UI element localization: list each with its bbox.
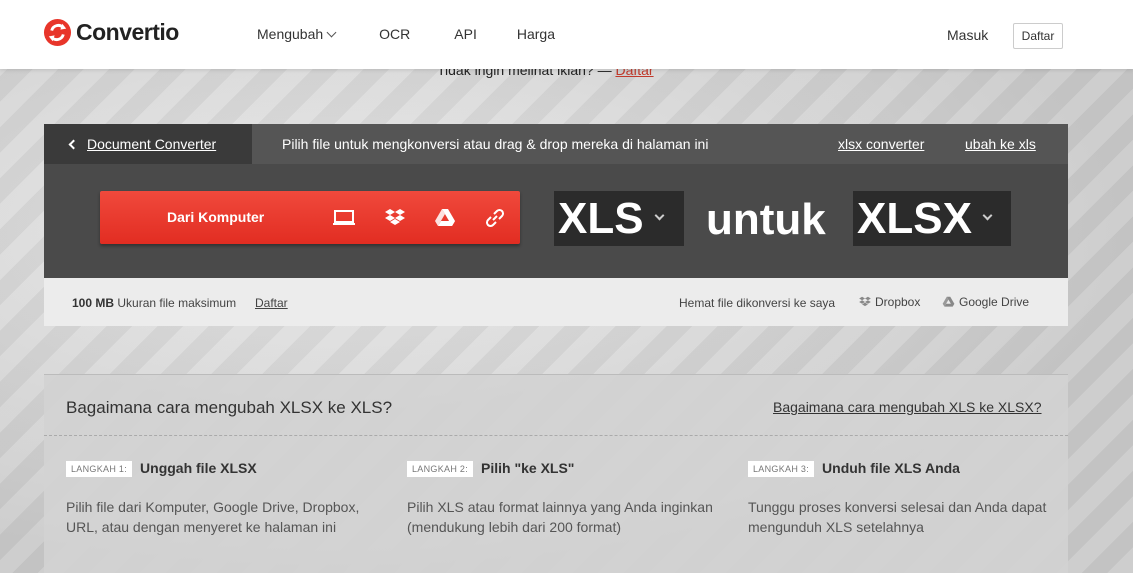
step-1: LANGKAH 1: Unggah file XLSX Pilih file da…: [66, 459, 386, 537]
to-format-select[interactable]: XLSX: [853, 191, 1011, 246]
step-2: LANGKAH 2: Pilih "ke XLS" Pilih XLS atau …: [407, 459, 727, 537]
chevron-left-icon: [68, 139, 79, 149]
save-google-drive[interactable]: Google Drive: [941, 295, 1029, 309]
main-nav: Mengubah OCR API Harga: [257, 26, 555, 42]
logo[interactable]: Convertio: [43, 18, 179, 47]
to-word: untuk: [706, 195, 826, 244]
step-badge: LANGKAH 2:: [407, 461, 474, 477]
converter-main: Dari Komputer XLS untuk XLSX: [44, 164, 1068, 278]
chevron-down-icon: [982, 210, 993, 221]
dropbox-label: Dropbox: [875, 295, 921, 309]
google-drive-label: Google Drive: [959, 295, 1030, 309]
nav-mengubah[interactable]: Mengubah: [257, 26, 337, 42]
from-format-value: XLS: [558, 193, 644, 243]
howto-panel: Bagaimana cara mengubah XLSX ke XLS? Bag…: [44, 374, 1068, 573]
logo-text: Convertio: [76, 19, 179, 45]
step-title: Pilih "ke XLS": [481, 459, 575, 476]
divider: [44, 435, 1068, 436]
max-size-info: 100 MB Ukuran file maksimum: [72, 296, 236, 310]
dropbox-icon[interactable]: [383, 206, 407, 230]
dropbox-icon: [859, 296, 871, 307]
from-format-select[interactable]: XLS: [554, 191, 684, 246]
upload-label: Dari Komputer: [167, 209, 265, 225]
save-dropbox[interactable]: Dropbox: [858, 295, 920, 309]
document-converter-back[interactable]: Document Converter: [44, 124, 252, 164]
upload-from-computer-button[interactable]: Dari Komputer: [100, 191, 520, 244]
login-link[interactable]: Masuk: [947, 27, 988, 43]
signup-button[interactable]: Daftar: [1013, 23, 1063, 49]
xlsx-converter-link[interactable]: xlsx converter: [838, 136, 924, 152]
max-size-text: Ukuran file maksimum: [117, 296, 237, 310]
site-header: Convertio Mengubah OCR API Harga Masuk D…: [0, 0, 1133, 69]
link-icon[interactable]: [483, 206, 507, 230]
step-desc: Pilih file dari Komputer, Google Drive, …: [66, 499, 360, 535]
max-size-value: 100 MB: [72, 296, 115, 310]
converter-topbar: Document Converter Pilih file untuk meng…: [44, 124, 1068, 164]
signup-link[interactable]: Daftar: [255, 296, 288, 310]
howto-title: Bagaimana cara mengubah XLSX ke XLS?: [66, 398, 393, 417]
save-to-text: Hemat file dikonversi ke saya: [679, 296, 836, 310]
upload-hint: Pilih file untuk mengkonversi atau drag …: [282, 136, 709, 152]
nav-label: Mengubah: [257, 26, 324, 42]
nav-ocr[interactable]: OCR: [379, 26, 410, 42]
convert-to-xls-link[interactable]: ubah ke xls: [965, 136, 1036, 152]
chevron-down-icon: [654, 210, 665, 221]
step-3: LANGKAH 3: Unduh file XLS Anda Tunggu pro…: [748, 459, 1068, 537]
step-title: Unggah file XLSX: [140, 459, 257, 476]
nav-api[interactable]: API: [454, 26, 477, 42]
convertio-logo-icon: [43, 18, 72, 47]
document-converter-label: Document Converter: [87, 136, 217, 152]
step-desc: Pilih XLS atau format lainnya yang Anda …: [407, 499, 713, 535]
google-drive-icon: [942, 296, 955, 307]
to-format-value: XLSX: [857, 193, 972, 243]
howto-reverse-link[interactable]: Bagaimana cara mengubah XLS ke XLSX?: [773, 399, 1042, 415]
google-drive-icon[interactable]: [433, 206, 457, 230]
computer-icon[interactable]: [332, 206, 356, 230]
nav-harga[interactable]: Harga: [517, 26, 555, 42]
converter-infobar: 100 MB Ukuran file maksimum Daftar Hemat…: [44, 278, 1068, 326]
step-badge: LANGKAH 1:: [66, 461, 133, 477]
step-badge: LANGKAH 3:: [748, 461, 815, 477]
chevron-down-icon: [326, 27, 337, 38]
step-title: Unduh file XLS Anda: [822, 459, 960, 476]
step-desc: Tunggu proses konversi selesai dan Anda …: [748, 499, 1047, 535]
